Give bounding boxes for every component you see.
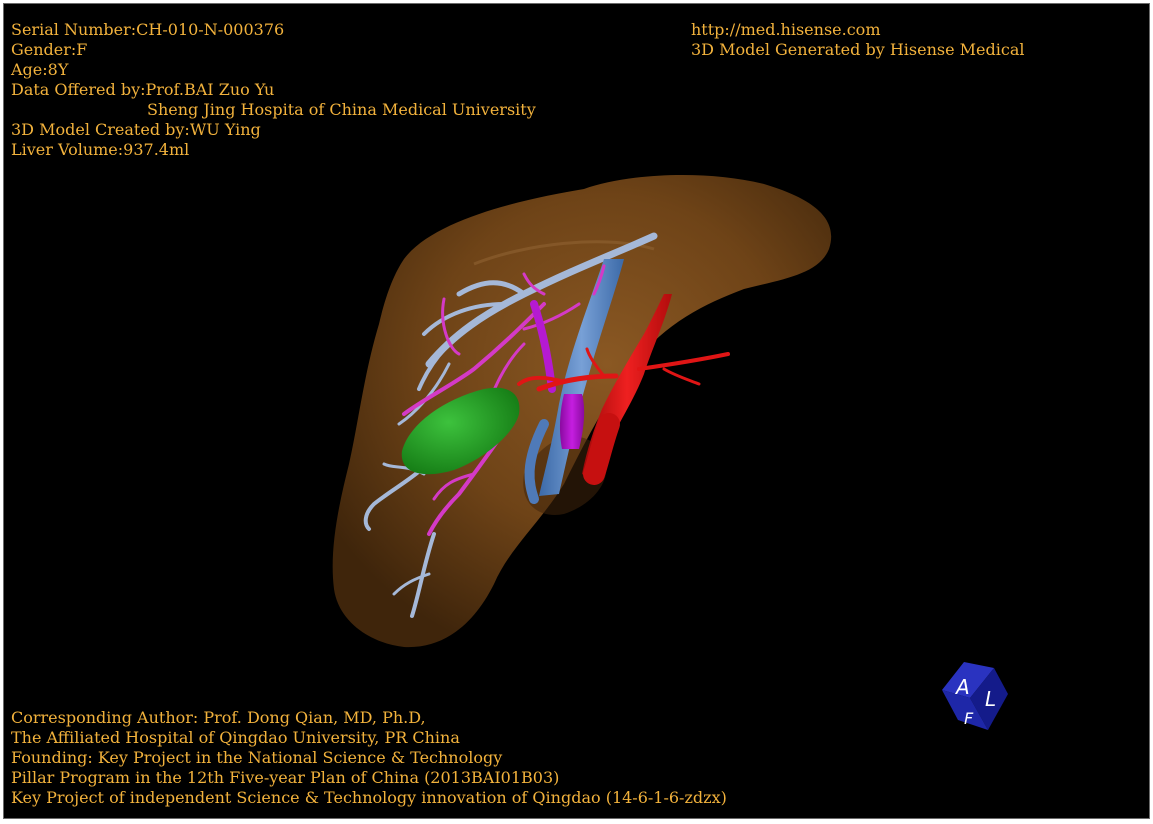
patient-info: Serial Number:CH-010-N-000376 Gender:F A… xyxy=(11,20,536,160)
credits-footer: Corresponding Author: Prof. Dong Qian, M… xyxy=(11,708,727,808)
website-url: http://med.hisense.com xyxy=(691,20,881,39)
liver-volume: Liver Volume:937.4ml xyxy=(11,140,190,159)
gender: Gender:F xyxy=(11,40,88,59)
model-created-by: 3D Model Created by:WU Ying xyxy=(11,120,261,139)
cube-label-f: F xyxy=(964,709,974,728)
generator-info: http://med.hisense.com 3D Model Generate… xyxy=(691,20,1024,60)
pillar-program: Pillar Program in the 12th Five-year Pla… xyxy=(11,768,560,787)
data-offered-by: Data Offered by:Prof.BAI Zuo Yu xyxy=(11,80,275,99)
founding: Founding: Key Project in the National Sc… xyxy=(11,748,503,767)
orientation-cube[interactable]: A L F xyxy=(936,658,1012,736)
serial-number: Serial Number:CH-010-N-000376 xyxy=(11,20,285,39)
hospital-name: Sheng Jing Hospita of China Medical Univ… xyxy=(147,100,536,119)
cube-label-a: A xyxy=(954,675,970,699)
inferior-vena-cava xyxy=(559,394,585,449)
cube-label-l: L xyxy=(985,687,996,711)
generator-credit: 3D Model Generated by Hisense Medical xyxy=(691,40,1025,59)
corresponding-author: Corresponding Author: Prof. Dong Qian, M… xyxy=(11,708,426,727)
affiliation: The Affiliated Hospital of Qingdao Unive… xyxy=(11,728,460,747)
3d-viewport[interactable]: Serial Number:CH-010-N-000376 Gender:F A… xyxy=(3,3,1150,819)
age: Age:8Y xyxy=(11,60,69,79)
key-project: Key Project of independent Science & Tec… xyxy=(11,788,727,807)
